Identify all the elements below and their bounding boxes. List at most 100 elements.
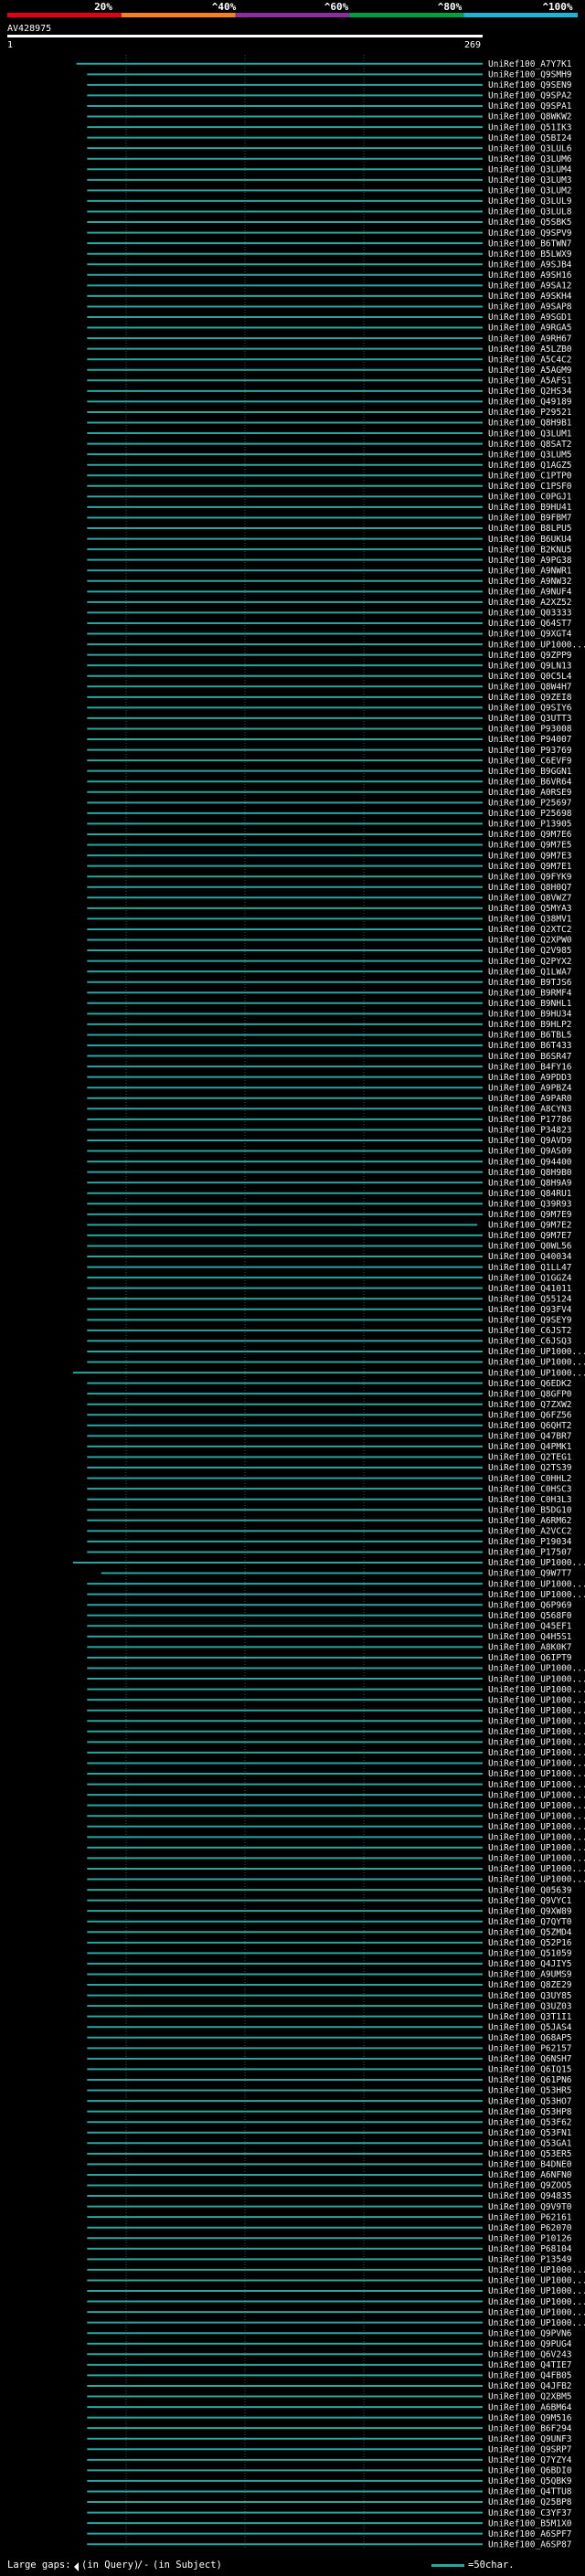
row-label[interactable]: UniRef100_UP1000... xyxy=(488,1727,585,1737)
row-label[interactable]: UniRef100_UP1000... xyxy=(488,1822,585,1832)
row-label[interactable]: UniRef100_Q94835 xyxy=(488,2191,572,2201)
row-label[interactable]: UniRef100_Q1GGZ4 xyxy=(488,1273,572,1283)
row-label[interactable]: UniRef100_Q4JIY5 xyxy=(488,1959,572,1969)
row-label[interactable]: UniRef100_Q4FB05 xyxy=(488,2371,572,2381)
row-label[interactable]: UniRef100_Q3LUL6 xyxy=(488,143,572,154)
row-label[interactable]: UniRef100_UP1000... xyxy=(488,1875,585,1885)
row-label[interactable]: UniRef100_UP1000... xyxy=(488,1358,585,1368)
row-label[interactable]: UniRef100_P62070 xyxy=(488,2223,572,2233)
row-label[interactable]: UniRef100_P93769 xyxy=(488,746,572,756)
row-label[interactable]: UniRef100_A9UMS9 xyxy=(488,1970,572,1980)
row-label[interactable]: UniRef100_UP1000... xyxy=(488,1864,585,1874)
row-label[interactable]: UniRef100_Q8H9B0 xyxy=(488,1168,572,1178)
row-label[interactable]: UniRef100_A6RM62 xyxy=(488,1516,572,1526)
row-label[interactable]: UniRef100_B6T433 xyxy=(488,1041,572,1051)
row-label[interactable]: UniRef100_Q1AGZ5 xyxy=(488,461,572,471)
row-label[interactable]: UniRef100_Q9PVN6 xyxy=(488,2328,572,2338)
row-label[interactable]: UniRef100_Q9V9T0 xyxy=(488,2202,572,2212)
row-label[interactable]: UniRef100_Q53HP8 xyxy=(488,2107,572,2117)
row-label[interactable]: UniRef100_P62157 xyxy=(488,2044,572,2054)
row-label[interactable]: UniRef100_A6SPF7 xyxy=(488,2529,572,2539)
row-label[interactable]: UniRef100_Q7YZY4 xyxy=(488,2455,572,2465)
row-label[interactable]: UniRef100_Q5SBK5 xyxy=(488,217,572,228)
row-label[interactable]: UniRef100_A9SH16 xyxy=(488,270,572,281)
row-label[interactable]: UniRef100_UP1000... xyxy=(488,1748,585,1758)
row-label[interactable]: UniRef100_Q4H5S1 xyxy=(488,1632,572,1642)
row-label[interactable]: UniRef100_Q8H0Q7 xyxy=(488,883,572,893)
row-label[interactable]: UniRef100_Q51IK3 xyxy=(488,122,572,133)
row-label[interactable]: UniRef100_A6NFN0 xyxy=(488,2170,572,2180)
row-label[interactable]: UniRef100_Q9SPA2 xyxy=(488,91,572,101)
row-label[interactable]: UniRef100_C0HSC3 xyxy=(488,1484,572,1494)
row-label[interactable]: UniRef100_Q53GA1 xyxy=(488,2138,572,2148)
row-label[interactable]: UniRef100_Q5JAS4 xyxy=(488,2022,572,2032)
row-label[interactable]: UniRef100_A9RH67 xyxy=(488,334,572,344)
row-label[interactable]: UniRef100_Q9UNF3 xyxy=(488,2434,572,2444)
row-label[interactable]: UniRef100_UP1000... xyxy=(488,1674,585,1684)
row-label[interactable]: UniRef100_C6EVF9 xyxy=(488,756,572,766)
row-label[interactable]: UniRef100_UP1000... xyxy=(488,1716,585,1726)
row-label[interactable]: UniRef100_P25698 xyxy=(488,809,572,819)
row-label[interactable]: UniRef100_Q8W4H7 xyxy=(488,682,572,692)
row-label[interactable]: UniRef100_UP1000... xyxy=(488,2265,585,2275)
row-label[interactable]: UniRef100_Q41011 xyxy=(488,1284,572,1294)
row-label[interactable]: UniRef100_C0PGJ1 xyxy=(488,493,572,503)
row-label[interactable]: UniRef100_UP1000... xyxy=(488,2297,585,2307)
row-label[interactable]: UniRef100_C6JSQ3 xyxy=(488,1337,572,1347)
row-label[interactable]: UniRef100_A6BM64 xyxy=(488,2402,572,2412)
row-label[interactable]: UniRef100_Q9ZPP9 xyxy=(488,651,572,661)
row-label[interactable]: UniRef100_UP1000... xyxy=(488,1347,585,1357)
row-label[interactable]: UniRef100_C1PTP0 xyxy=(488,471,572,481)
row-label[interactable]: UniRef100_Q84RU1 xyxy=(488,1189,572,1199)
row-label[interactable]: UniRef100_Q2HS34 xyxy=(488,387,572,397)
row-label[interactable]: UniRef100_Q5BI24 xyxy=(488,133,572,143)
row-label[interactable]: UniRef100_Q3T1I1 xyxy=(488,2012,572,2022)
row-label[interactable]: UniRef100_Q8H9A9 xyxy=(488,1178,572,1188)
row-label[interactable]: UniRef100_Q9SPV9 xyxy=(488,228,572,239)
row-label[interactable]: UniRef100_P17507 xyxy=(488,1548,572,1558)
row-label[interactable]: UniRef100_Q1LWA7 xyxy=(488,967,572,977)
row-label[interactable]: UniRef100_UP1000... xyxy=(488,1759,585,1769)
row-label[interactable]: UniRef100_UP1000... xyxy=(488,1579,585,1589)
row-label[interactable]: UniRef100_P62161 xyxy=(488,2212,572,2222)
row-label[interactable]: UniRef100_Q9SIY6 xyxy=(488,704,572,714)
row-label[interactable]: UniRef100_Q53FN1 xyxy=(488,2128,572,2138)
row-label[interactable]: UniRef100_A5C4C2 xyxy=(488,355,572,365)
row-label[interactable]: UniRef100_Q25BP8 xyxy=(488,2497,572,2507)
row-label[interactable]: UniRef100_Q1LL47 xyxy=(488,1263,572,1273)
row-label[interactable]: UniRef100_Q6IQ15 xyxy=(488,2065,572,2075)
row-label[interactable]: UniRef100_Q4PMK1 xyxy=(488,1442,572,1452)
row-label[interactable]: UniRef100_B6TWN7 xyxy=(488,239,572,249)
row-label[interactable]: UniRef100_Q9XGT4 xyxy=(488,630,572,640)
row-label[interactable]: UniRef100_Q9M7E3 xyxy=(488,851,572,861)
row-label[interactable]: UniRef100_UP1000... xyxy=(488,2276,585,2286)
row-label[interactable]: UniRef100_Q38MV1 xyxy=(488,915,572,925)
row-label[interactable]: UniRef100_UP1000... xyxy=(488,1738,585,1748)
row-label[interactable]: UniRef100_B5DG10 xyxy=(488,1505,572,1515)
row-label[interactable]: UniRef100_Q3LUM5 xyxy=(488,450,572,460)
row-label[interactable]: UniRef100_C6JST2 xyxy=(488,1326,572,1336)
row-label[interactable]: UniRef100_Q7QYT0 xyxy=(488,1917,572,1927)
row-label[interactable]: UniRef100_Q3LUM3 xyxy=(488,175,572,186)
row-label[interactable]: UniRef100_P19034 xyxy=(488,1537,572,1547)
row-label[interactable]: UniRef100_UP1000... xyxy=(488,2286,585,2296)
row-label[interactable]: UniRef100_Q40034 xyxy=(488,1252,572,1262)
row-label[interactable]: UniRef100_Q9FYK9 xyxy=(488,872,572,882)
row-label[interactable]: UniRef100_Q3LUM2 xyxy=(488,186,572,196)
row-label[interactable]: UniRef100_Q6IPT9 xyxy=(488,1653,572,1663)
row-label[interactable]: UniRef100_UP1000... xyxy=(488,1664,585,1674)
row-label[interactable]: UniRef100_Q9M7E7 xyxy=(488,1231,572,1241)
row-label[interactable]: UniRef100_A9RGA5 xyxy=(488,323,572,334)
row-label[interactable]: UniRef100_P93008 xyxy=(488,725,572,735)
row-label[interactable]: UniRef100_Q0WL56 xyxy=(488,1242,572,1252)
row-label[interactable]: UniRef100_Q6EDK2 xyxy=(488,1379,572,1389)
row-label[interactable]: UniRef100_Q8WKW2 xyxy=(488,112,572,122)
row-label[interactable]: UniRef100_Q0C5L4 xyxy=(488,672,572,682)
row-label[interactable]: UniRef100_B6F294 xyxy=(488,2423,572,2433)
row-label[interactable]: UniRef100_Q6P969 xyxy=(488,1600,572,1610)
row-label[interactable]: UniRef100_Q3LUL8 xyxy=(488,207,572,217)
row-label[interactable]: UniRef100_UP1000... xyxy=(488,1780,585,1790)
row-label[interactable]: UniRef100_Q8H9B1 xyxy=(488,419,572,429)
row-label[interactable]: UniRef100_Q94400 xyxy=(488,1157,572,1167)
row-label[interactable]: UniRef100_A2VCC2 xyxy=(488,1527,572,1537)
